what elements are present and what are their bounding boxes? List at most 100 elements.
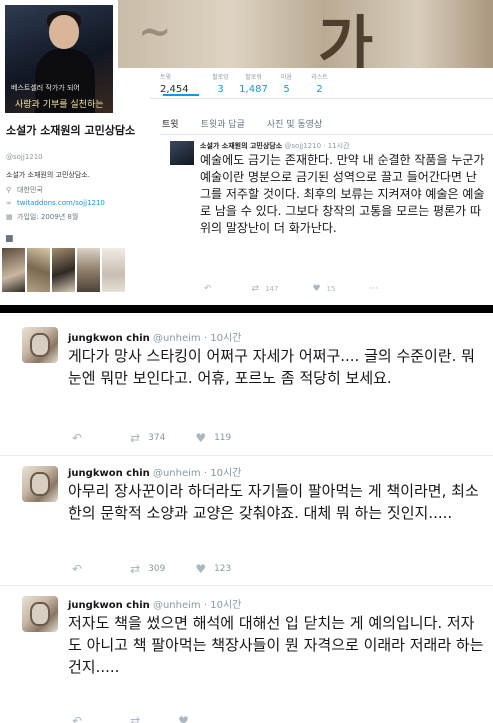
stat-tweets[interactable]: 트윗 2,454 [160,72,204,95]
joined-text: 가입일: 2009년 8월 [17,213,79,221]
photo-thumbnail[interactable] [2,248,25,292]
tab-media[interactable]: 사진 및 동영상 [267,117,322,130]
tab-tweets-replies[interactable]: 트윗과 답글 [201,117,245,130]
profile-panel: 가 ~ 베스트셀러 작가가 되어 사랑과 기부를 실천하는 트윗 2,454 팔… [0,0,493,305]
tweet-avatar[interactable] [22,596,58,632]
tweet-author-name[interactable]: 소설가 소재원의 고민상담소 [200,142,282,150]
tweet-text: 예술에도 금기는 존재한다. 만약 내 순결한 작품을 누군가 예술이란 명분으… [200,153,485,235]
profile-joined: ▦ 가입일: 2009년 8월 [6,212,78,222]
avatar-figure [30,333,50,357]
stats-active-underline [163,94,199,96]
tweet-author-handle: @unheim [152,333,201,344]
stat-following[interactable]: 팔로잉 3 [204,72,237,95]
more-button[interactable]: ··· [369,284,384,294]
website-link[interactable]: twitaddons.com/sojj1210 [17,199,105,207]
stat-label: 리스트 [311,74,328,81]
retweet-icon: ⇄ [130,562,141,576]
calendar-icon: ▦ [6,213,13,221]
tweet-time[interactable]: 10시간 [210,468,241,479]
heart-icon: ♥ [195,562,207,576]
retweet-button[interactable]: ⇄ 147 [252,284,279,294]
reply-icon: ↶ [72,431,83,445]
tweet-item[interactable]: jungkwon chin @unheim · 10시간 게다가 망사 스타킹이… [0,313,493,456]
stat-value: 5 [283,84,290,95]
tweet-dot: · [203,600,208,611]
stat-value: 2 [316,84,323,95]
banner-brushstroke: ~ [138,8,172,55]
tweet-header: jungkwon chin @unheim · 10시간 [68,596,241,611]
stat-lists[interactable]: 리스트 2 [303,72,336,95]
stat-value: 1,487 [239,84,268,95]
tweet-time[interactable]: 10시간 [210,600,241,611]
photo-thumbnail[interactable] [102,248,125,292]
retweet-count: 147 [265,285,279,293]
like-button[interactable]: ♥ 119 [195,431,231,445]
profile-name[interactable]: 소설가 소재원의 고민상담소 [6,124,156,138]
tweet-author-handle: @unheim [152,600,201,611]
tab-tweets[interactable]: 트윗 [162,117,179,130]
avatar-face [49,15,79,49]
reply-button[interactable]: ↶ [72,562,90,576]
tweet-dot: · [203,333,208,344]
location-text: 대한민국 [17,186,43,194]
tweet-avatar[interactable] [22,327,58,363]
stats-divider [150,98,493,99]
avatar-figure [30,602,50,626]
tweet-time[interactable]: 11시간 [328,142,350,150]
tweet-text: 저자도 책을 썼으면 해석에 대해선 입 닫치는 게 예의입니다. 저자도 아니… [68,614,484,676]
tweet-author-name[interactable]: jungkwon chin [68,600,150,611]
reply-button[interactable]: ↶ [72,431,90,445]
retweet-button[interactable]: ⇄ [130,714,148,723]
tweet-time[interactable]: 10시간 [210,333,241,344]
stat-likes[interactable]: 마음 5 [270,72,303,95]
reply-icon: ↶ [72,562,83,576]
retweet-icon: ⇄ [130,431,141,445]
photo-strip [2,248,125,292]
tweet-header: jungkwon chin @unheim · 10시간 [68,464,241,479]
reply-button[interactable]: ↶ [204,284,218,294]
avatar-caption-1: 베스트셀러 작가가 되어 [11,84,80,92]
reply-button[interactable]: ↶ [72,714,90,723]
heart-icon: ♥ [178,714,189,723]
tweet-item[interactable]: jungkwon chin @unheim · 10시간 저자도 책을 썼으면 … [0,586,493,723]
avatar-caption-2: 사랑과 기부를 실천하는 [15,100,104,110]
photo-thumbnail[interactable] [77,248,100,292]
stat-followers[interactable]: 팔로워 1,487 [237,72,270,95]
tabs-divider [160,134,493,135]
location-pin-icon: ⚲ [6,186,12,194]
like-button[interactable]: ♥ 123 [195,562,231,576]
like-button[interactable]: ♥ 15 [312,284,335,294]
tweet-item[interactable]: jungkwon chin @unheim · 10시간 아무리 장사꾼이라 하… [0,456,493,586]
tweet-avatar[interactable] [22,466,58,502]
like-count: 119 [214,433,232,443]
heart-icon: ♥ [195,431,207,445]
tweet-text: 아무리 장사꾼이라 하더라도 자기들이 팔아먹는 게 책이라면, 최소한의 문학… [68,482,479,522]
tweet-author-name[interactable]: jungkwon chin [68,333,150,344]
like-button[interactable]: ♥ [178,714,197,723]
avatar-figure [30,472,50,496]
retweet-icon: ⇄ [251,284,260,294]
profile-handle: @sojj1210 [6,153,43,161]
more-icon: ··· [369,284,379,294]
tweet-list: jungkwon chin @unheim · 10시간 게다가 망사 스타킹이… [0,313,493,723]
tweet-actions: ↶ ⇄ 147 ♥ 15 ··· [204,284,418,294]
camera-icon: ■ [5,234,14,244]
retweet-button[interactable]: ⇄ 374 [130,431,165,445]
profile-avatar[interactable]: 베스트셀러 작가가 되어 사랑과 기부를 실천하는 [2,2,116,116]
profile-location: ⚲ 대한민국 [6,185,43,195]
retweet-button[interactable]: ⇄ 309 [130,562,165,576]
like-count: 15 [326,285,336,293]
tweet-avatar[interactable] [170,141,194,165]
tweet-author-handle: @sojj1210 [284,142,322,150]
reply-icon: ↶ [204,284,212,294]
photo-thumbnail[interactable] [27,248,50,292]
tweet-header: jungkwon chin @unheim · 10시간 [68,329,241,344]
reply-icon: ↶ [72,714,83,723]
tweet-author-name[interactable]: jungkwon chin [68,468,150,479]
photo-thumbnail[interactable] [52,248,75,292]
profile-website[interactable]: ∞ twitaddons.com/sojj1210 [6,199,105,207]
tweet-author-handle: @unheim [152,468,201,479]
profile-tabs: 트윗 트윗과 답글 사진 및 동영상 [162,117,344,130]
retweet-count: 374 [148,433,166,443]
stat-label: 트윗 [160,74,172,81]
